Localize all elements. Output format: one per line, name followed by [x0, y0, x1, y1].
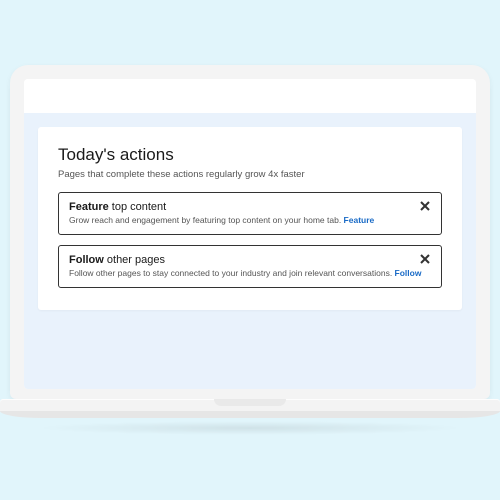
dismiss-action-button[interactable]: [417, 252, 433, 268]
action-item-feature[interactable]: Feature top content Grow reach and engag…: [58, 192, 442, 235]
screen: Today's actions Pages that complete thes…: [24, 79, 476, 389]
close-icon: [420, 251, 430, 269]
action-title: Feature top content: [69, 201, 431, 213]
screen-bezel: Today's actions Pages that complete thes…: [10, 65, 490, 399]
card-title: Today's actions: [58, 145, 442, 165]
action-item-follow[interactable]: Follow other pages Follow other pages to…: [58, 245, 442, 288]
todays-actions-card: Today's actions Pages that complete thes…: [38, 127, 462, 310]
laptop-frame: Today's actions Pages that complete thes…: [10, 65, 490, 435]
action-description: Grow reach and engagement by featuring t…: [69, 215, 431, 225]
browser-top-bar: [24, 79, 476, 113]
hinge-notch: [214, 399, 286, 406]
content-area: Today's actions Pages that complete thes…: [24, 113, 476, 389]
action-title: Follow other pages: [69, 254, 431, 266]
close-icon: [420, 198, 430, 216]
laptop-base: [0, 399, 500, 419]
action-link-feature[interactable]: Feature: [344, 215, 375, 225]
dismiss-action-button[interactable]: [417, 199, 433, 215]
action-description: Follow other pages to stay connected to …: [69, 268, 431, 278]
card-subtitle: Pages that complete these actions regula…: [58, 169, 442, 180]
action-link-follow[interactable]: Follow: [395, 268, 422, 278]
laptop-shadow: [35, 421, 465, 435]
